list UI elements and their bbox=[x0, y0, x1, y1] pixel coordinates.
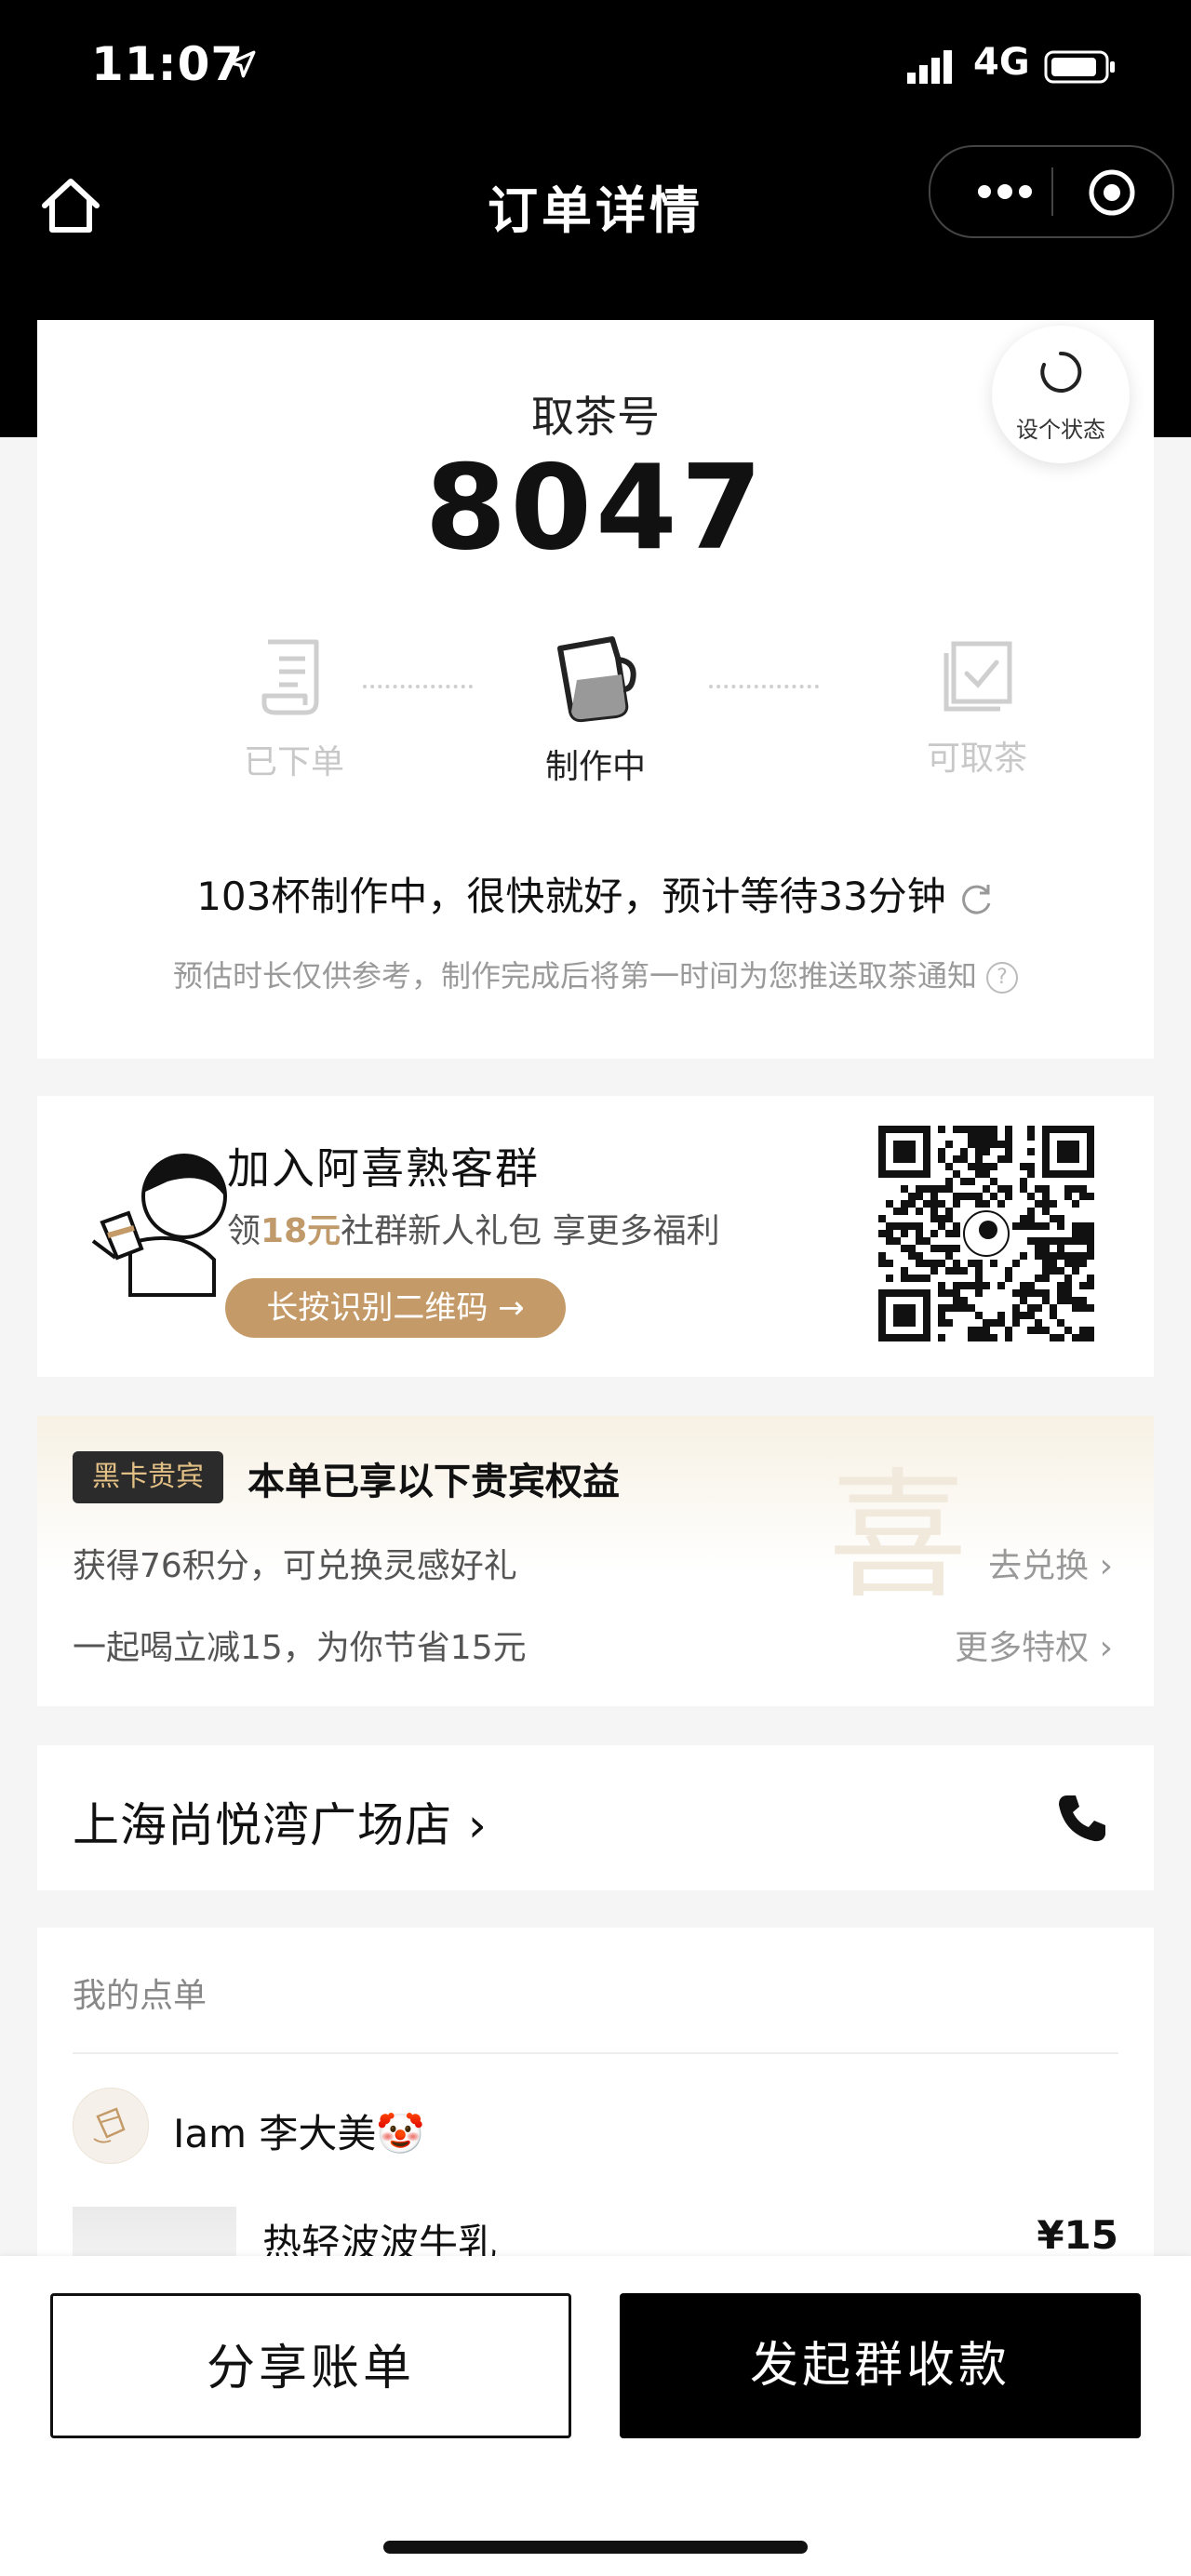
group-subtitle: 领18元社群新人礼包 享更多福利 bbox=[227, 1204, 720, 1252]
step-making: 制作中 bbox=[502, 632, 689, 788]
vip-benefits-card: 喜 黑卡贵宾 本单已享以下贵宾权益 获得76积分，可兑换灵感好礼 去兑换 › 一… bbox=[37, 1416, 1154, 1706]
group-join-card: 加入阿喜熟客群 领18元社群新人礼包 享更多福利 长按识别二维码 → bbox=[37, 1096, 1154, 1377]
benefit-discount: 一起喝立减15，为你节省15元 bbox=[73, 1629, 527, 1667]
store-name[interactable]: 上海尚悦湾广场店 › bbox=[73, 1788, 488, 1855]
more-privileges-link[interactable]: 更多特权 › bbox=[955, 1621, 1113, 1669]
pitcher-icon bbox=[557, 636, 636, 723]
close-miniapp-icon[interactable] bbox=[1087, 167, 1137, 218]
progress-dots bbox=[363, 685, 473, 688]
nav-bar: 订单详情 bbox=[0, 140, 1191, 270]
step-ready: 可取茶 bbox=[884, 636, 1070, 780]
avatar bbox=[73, 2088, 149, 2164]
home-indicator bbox=[383, 2541, 808, 2554]
group-payment-button[interactable]: 发起群收款 bbox=[620, 2293, 1141, 2438]
group-sub-suffix: 社群新人礼包 享更多福利 bbox=[341, 1212, 720, 1250]
pick-number: 8047 bbox=[424, 439, 767, 576]
step-ordered-label: 已下单 bbox=[243, 743, 344, 781]
group-sub-amount: 18元 bbox=[261, 1212, 341, 1250]
my-order-card: 我的点单 Iam 李大美🤡 热轻波波牛乳 ¥15 bbox=[37, 1928, 1154, 2281]
estimate-tip: 预估时长仅供参考，制作完成后将第一时间为您推送取茶通知? bbox=[37, 953, 1154, 995]
group-title: 加入阿喜熟客群 bbox=[227, 1143, 540, 1194]
signal-icon bbox=[907, 50, 952, 84]
battery-icon bbox=[1044, 50, 1115, 84]
divider bbox=[73, 2052, 1118, 2054]
scan-qr-button[interactable]: 长按识别二维码 → bbox=[225, 1278, 566, 1338]
miniapp-capsule bbox=[929, 145, 1174, 238]
mascot-drinking-icon bbox=[91, 1154, 227, 1297]
help-icon[interactable]: ? bbox=[986, 962, 1018, 994]
step-making-label: 制作中 bbox=[544, 748, 646, 786]
progress-dots bbox=[709, 685, 819, 688]
capsule-divider bbox=[1051, 167, 1053, 216]
qr-code[interactable] bbox=[878, 1126, 1094, 1341]
product-price: ¥15 bbox=[1037, 2212, 1118, 2258]
my-order-header: 我的点单 bbox=[73, 1977, 207, 2015]
user-name: Iam 李大美🤡 bbox=[173, 2111, 425, 2156]
check-cup-icon bbox=[943, 641, 1012, 712]
vip-badge: 黑卡贵宾 bbox=[73, 1451, 223, 1503]
phone-icon[interactable] bbox=[1053, 1790, 1109, 1846]
network-label: 4G bbox=[973, 41, 1030, 84]
step-ready-label: 可取茶 bbox=[926, 740, 1027, 778]
benefit-points: 获得76积分，可兑换灵感好礼 bbox=[73, 1547, 517, 1585]
wait-estimate: 103杯制作中，很快就好，预计等待33分钟 bbox=[37, 865, 1154, 922]
step-ordered: 已下单 bbox=[201, 636, 387, 783]
more-icon[interactable] bbox=[968, 171, 1042, 212]
order-status-card: 设个状态 取茶号 8047 已下单 制作中 可取茶 103杯制作中，很快就好，预… bbox=[37, 320, 1154, 1059]
wait-text: 103杯制作中，很快就好，预计等待33分钟 bbox=[196, 874, 946, 919]
group-sub-prefix: 领 bbox=[227, 1212, 261, 1250]
status-bar: 11:07 4G bbox=[0, 0, 1191, 121]
bottom-action-bar: 分享账单 发起群收款 bbox=[0, 2256, 1191, 2576]
receipt-icon bbox=[261, 639, 319, 715]
location-arrow-icon bbox=[228, 50, 256, 78]
cup-sketch-icon bbox=[93, 2107, 126, 2143]
vip-title: 本单已享以下贵宾权益 bbox=[248, 1461, 620, 1503]
redeem-link[interactable]: 去兑换 › bbox=[988, 1539, 1113, 1587]
refresh-icon[interactable] bbox=[957, 881, 995, 918]
store-card[interactable]: 上海尚悦湾广场店 › bbox=[37, 1745, 1154, 1890]
status-time: 11:07 bbox=[91, 37, 245, 91]
estimate-tip-text: 预估时长仅供参考，制作完成后将第一时间为您推送取茶通知 bbox=[172, 958, 977, 994]
brand-watermark: 喜 bbox=[828, 1456, 969, 1618]
pick-label: 取茶号 bbox=[531, 392, 660, 442]
share-bill-button[interactable]: 分享账单 bbox=[50, 2293, 571, 2438]
